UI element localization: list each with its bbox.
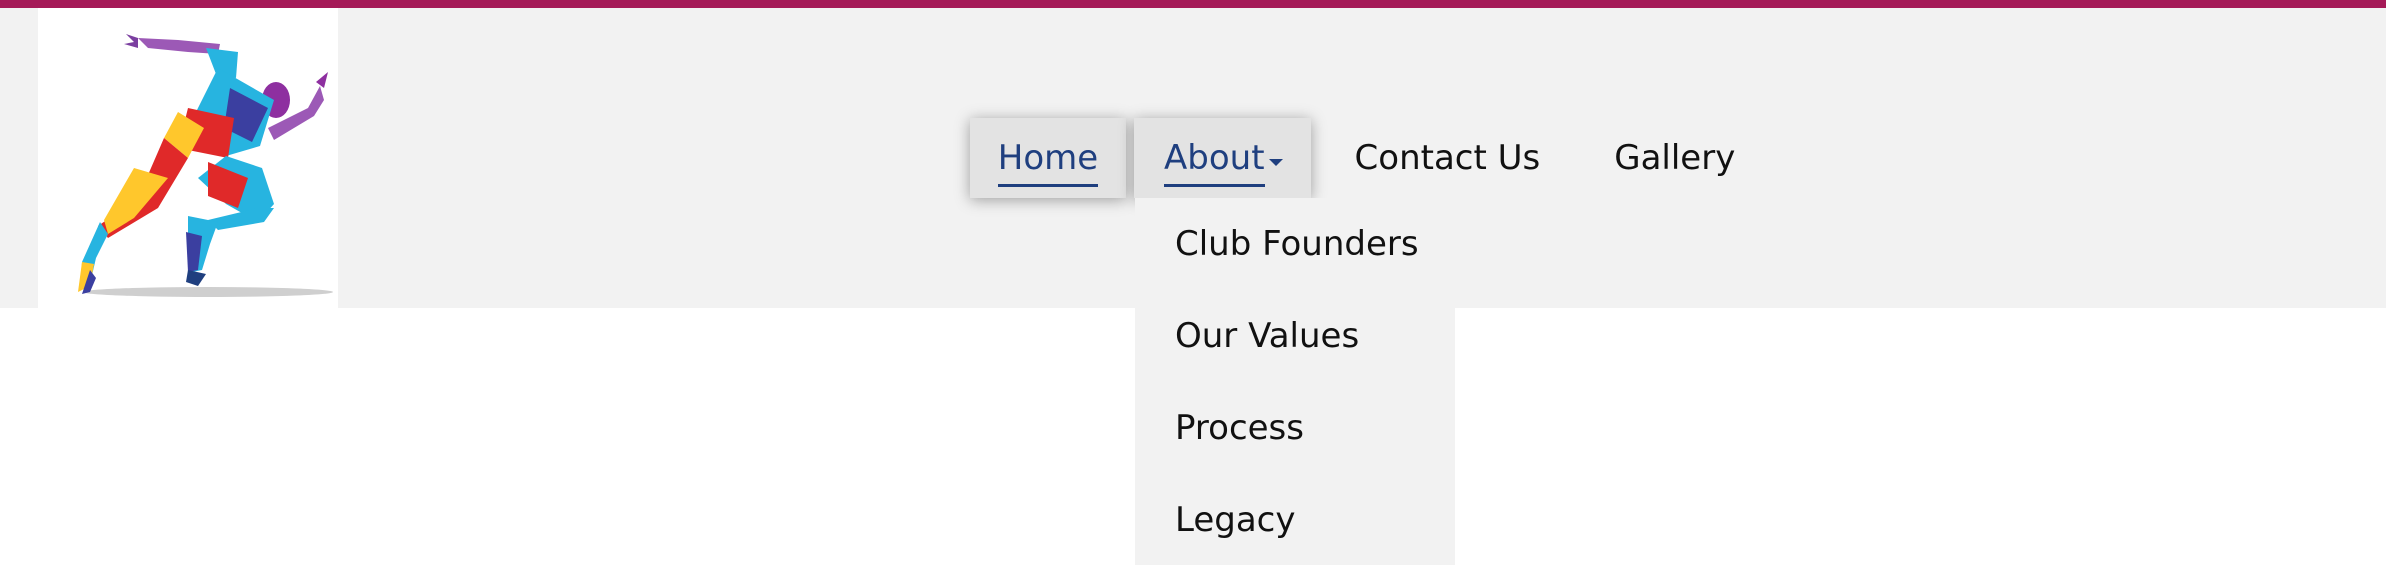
dropdown-item-label: Legacy xyxy=(1175,500,1296,540)
dropdown-item-process[interactable]: Process xyxy=(1135,382,1455,474)
dropdown-item-label: Process xyxy=(1175,408,1304,448)
site-logo[interactable] xyxy=(38,8,338,308)
dropdown-item-legacy[interactable]: Legacy xyxy=(1135,474,1455,566)
nav-contact-us-label: Contact Us xyxy=(1354,138,1541,178)
main-navigation: Home About Contact Us Gallery xyxy=(970,118,1765,198)
nav-about-label: About xyxy=(1164,138,1265,187)
running-athlete-logo-icon xyxy=(78,34,333,297)
nav-gallery-label: Gallery xyxy=(1614,138,1736,178)
nav-home-label: Home xyxy=(997,138,1099,187)
dropdown-item-label: Our Values xyxy=(1175,316,1360,356)
dropdown-item-club-founders[interactable]: Club Founders xyxy=(1135,198,1455,290)
page: Home About Contact Us Gallery Club Found… xyxy=(0,0,2386,578)
nav-about[interactable]: About xyxy=(1134,118,1311,198)
nav-gallery[interactable]: Gallery xyxy=(1578,118,1765,198)
nav-home[interactable]: Home xyxy=(970,118,1126,198)
dropdown-item-label: Club Founders xyxy=(1175,224,1419,264)
chevron-down-icon xyxy=(1268,158,1283,166)
top-accent-stripe xyxy=(0,0,2386,8)
dropdown-item-our-values[interactable]: Our Values xyxy=(1135,290,1455,382)
nav-contact-us[interactable]: Contact Us xyxy=(1319,118,1571,198)
about-dropdown-menu: Club Founders Our Values Process Legacy xyxy=(1135,198,1455,565)
